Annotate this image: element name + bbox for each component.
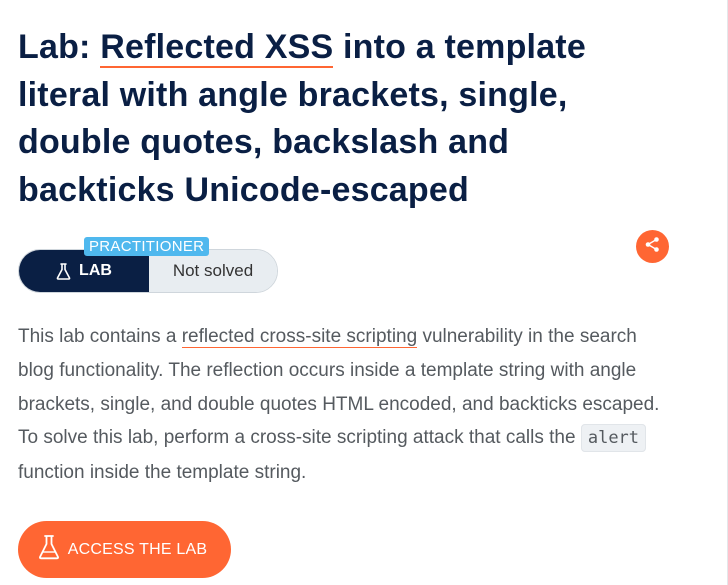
access-lab-button[interactable]: ACCESS THE LAB bbox=[18, 521, 231, 578]
page-title: Lab: Reflected XSS into a template liter… bbox=[18, 24, 668, 214]
flask-icon bbox=[56, 262, 71, 280]
solved-status: Not solved bbox=[149, 250, 277, 292]
flask-icon bbox=[38, 534, 60, 565]
title-topic-link[interactable]: Reflected XSS bbox=[100, 28, 334, 68]
description-text: function inside the template string. bbox=[18, 462, 307, 484]
description-text: This lab contains a bbox=[18, 326, 182, 347]
lab-type-label: LAB bbox=[19, 250, 149, 292]
title-prefix: Lab: bbox=[18, 28, 101, 66]
inline-code: alert bbox=[580, 424, 647, 453]
lab-page: Lab: Reflected XSS into a template liter… bbox=[0, 0, 728, 585]
share-icon bbox=[644, 236, 661, 258]
lab-description: This lab contains a reflected cross-site… bbox=[18, 320, 668, 490]
lab-label: LAB bbox=[79, 262, 112, 279]
solved-status-text: Not solved bbox=[172, 261, 254, 280]
description-topic-link[interactable]: reflected cross-site scripting bbox=[181, 326, 418, 348]
level-badge: PRACTITIONER bbox=[84, 237, 210, 256]
share-button[interactable] bbox=[636, 230, 669, 263]
lab-status-group: PRACTITIONER LAB Not solved bbox=[18, 237, 278, 293]
access-lab-label: ACCESS THE LAB bbox=[67, 540, 208, 558]
